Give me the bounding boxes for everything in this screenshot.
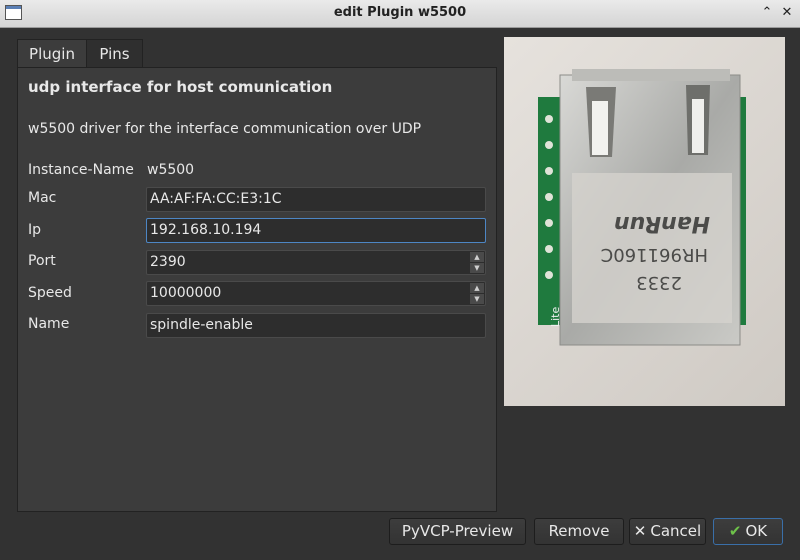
ip-label: Ip xyxy=(28,222,42,238)
tab-plugin[interactable]: Plugin xyxy=(17,39,87,68)
plugin-heading: udp interface for host comunication xyxy=(28,78,333,96)
mac-value: AA:AF:FA:CC:E3:1C xyxy=(150,191,282,207)
name-field[interactable]: spindle-enable xyxy=(146,313,486,338)
cancel-button[interactable]: ✕ Cancel xyxy=(629,518,706,545)
name-label: Name xyxy=(28,316,70,332)
jack-part-number: HR961160C xyxy=(601,244,708,265)
speed-spinbox[interactable]: 10000000 ▲ ▼ xyxy=(146,281,486,306)
cancel-label: Cancel xyxy=(650,522,702,540)
speed-decrement-icon[interactable]: ▼ xyxy=(470,294,484,304)
port-decrement-icon[interactable]: ▼ xyxy=(470,263,484,273)
window-title: edit Plugin w5500 xyxy=(333,5,467,20)
port-value: 2390 xyxy=(150,254,186,270)
ok-label: OK xyxy=(745,522,768,540)
name-value: spindle-enable xyxy=(150,317,253,333)
pyvcp-preview-button[interactable]: PyVCP-Preview xyxy=(389,518,526,545)
module-photo: Lite 2333 HR961160C HanRun xyxy=(504,37,785,406)
checkmark-icon: ✔ xyxy=(728,522,742,540)
jack-code: 2333 xyxy=(636,272,682,293)
title-bar[interactable]: edit Plugin w5500 ⌃ ✕ xyxy=(0,0,800,28)
instance-name-label: Instance-Name xyxy=(28,162,134,178)
port-label: Port xyxy=(28,253,56,269)
cancel-icon: ✕ xyxy=(633,522,647,540)
shade-button[interactable]: ⌃ xyxy=(758,4,776,22)
speed-value: 10000000 xyxy=(150,285,222,301)
close-button[interactable]: ✕ xyxy=(778,4,796,22)
rj45-module-image: Lite 2333 HR961160C HanRun xyxy=(538,69,746,346)
mac-field[interactable]: AA:AF:FA:CC:E3:1C xyxy=(146,187,486,212)
tab-pins[interactable]: Pins xyxy=(87,39,143,68)
instance-name-value: w5500 xyxy=(147,162,195,178)
speed-label: Speed xyxy=(28,285,72,301)
ok-button[interactable]: ✔ OK xyxy=(713,518,783,545)
port-spinbox[interactable]: 2390 ▲ ▼ xyxy=(146,250,486,275)
port-increment-icon[interactable]: ▲ xyxy=(470,252,484,262)
speed-increment-icon[interactable]: ▲ xyxy=(470,283,484,293)
ip-value: 192.168.10.194 xyxy=(150,222,262,238)
mac-label: Mac xyxy=(28,190,57,206)
jack-brand: HanRun xyxy=(614,211,710,236)
ip-field[interactable]: 192.168.10.194 xyxy=(146,218,486,243)
dialog-window: edit Plugin w5500 ⌃ ✕ Plugin Pins udp in… xyxy=(0,0,800,560)
remove-button[interactable]: Remove xyxy=(534,518,624,545)
plugin-description: w5500 driver for the interface communica… xyxy=(28,121,422,137)
